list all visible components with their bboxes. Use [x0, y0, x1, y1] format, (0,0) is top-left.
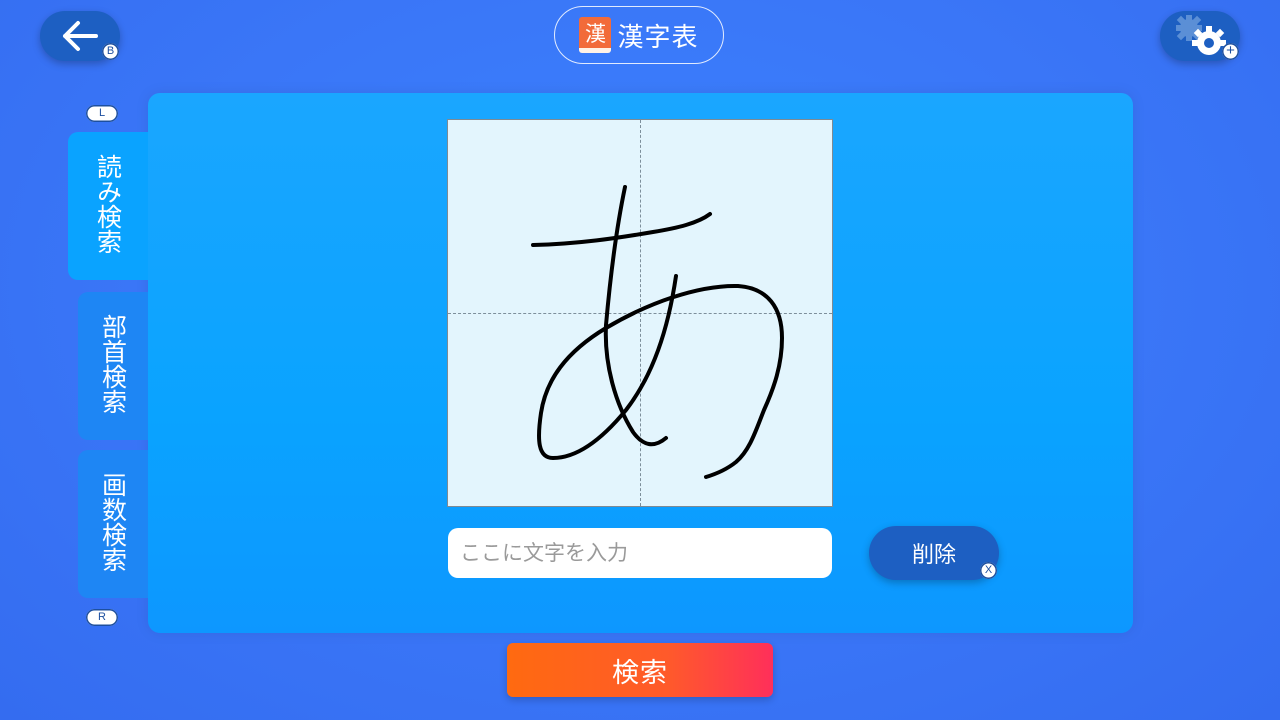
arrow-left-icon [63, 21, 98, 51]
r-button-hint: R [86, 609, 118, 626]
tab-radical-search[interactable]: 部首検索 [78, 292, 148, 440]
handwriting-canvas[interactable] [447, 119, 833, 507]
page-title: 漢字表 [617, 22, 699, 53]
tab-label: 画数検索 [98, 472, 128, 572]
tab-label: 読み検索 [93, 154, 123, 254]
search-button-label: 検索 [612, 657, 668, 689]
tab-reading-search[interactable]: 読み検索 [68, 132, 148, 280]
character-input[interactable] [448, 528, 832, 578]
tab-label: 部首検索 [98, 314, 128, 414]
handwritten-stroke-a [531, 185, 784, 479]
plus-button-hint: + [1222, 43, 1239, 60]
delete-button-label: 削除 [911, 543, 956, 568]
l-button-hint: L [86, 105, 118, 122]
delete-button[interactable]: 削除 X [869, 526, 999, 580]
page-title-pill: 漢 漢字表 [554, 6, 724, 64]
kanji-book-icon: 漢 [579, 17, 612, 53]
search-button[interactable]: 検索 [507, 643, 773, 697]
b-button-hint: B [102, 43, 119, 60]
back-button[interactable]: B [40, 11, 120, 61]
settings-button[interactable]: + [1160, 11, 1240, 61]
x-button-hint: X [980, 562, 997, 579]
tab-stroke-count-search[interactable]: 画数検索 [78, 450, 148, 598]
